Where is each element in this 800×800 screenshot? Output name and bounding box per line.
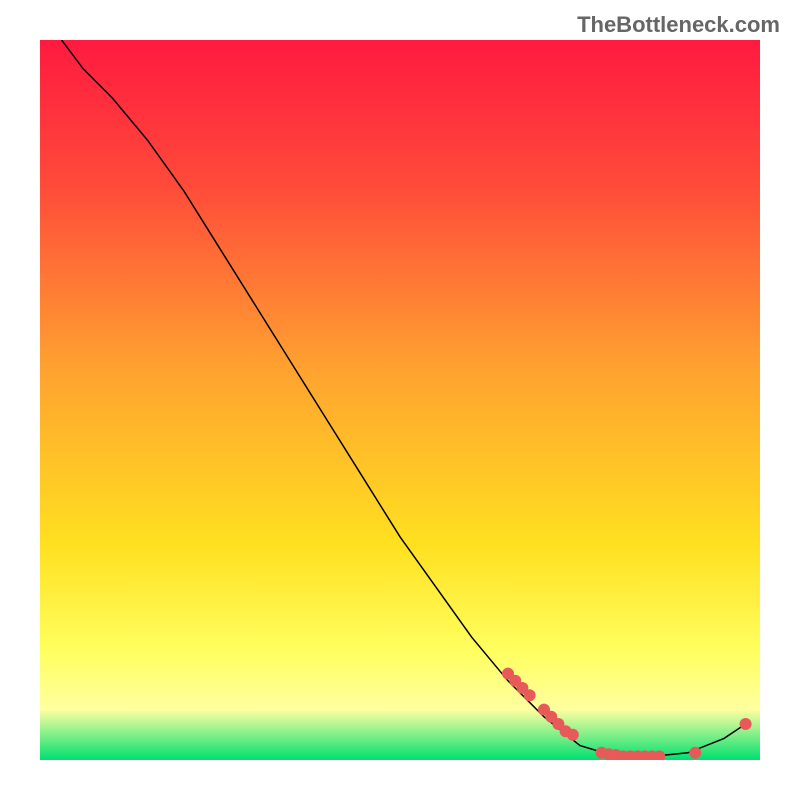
data-point <box>689 747 701 759</box>
chart-container: TheBottleneck.com <box>0 0 800 800</box>
watermark-text: TheBottleneck.com <box>577 12 780 38</box>
data-points <box>40 40 760 760</box>
data-point <box>740 718 752 730</box>
data-point <box>567 729 579 741</box>
plot-area <box>40 40 760 760</box>
data-point <box>524 689 536 701</box>
